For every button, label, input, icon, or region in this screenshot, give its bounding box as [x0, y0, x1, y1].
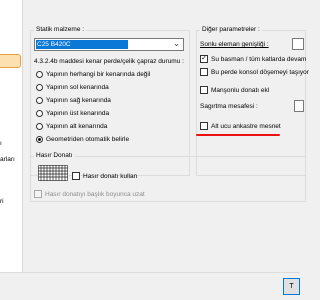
alt-ucu-label: Alt ucu ankastre mesnet: [211, 122, 281, 130]
alt-ucu-checkbox-row[interactable]: Alt ucu ankastre mesnet: [200, 122, 281, 130]
sonlu-eleman-input[interactable]: [292, 38, 304, 50]
mansonlu-checkbox-row[interactable]: Manşonlu donatı ekl: [200, 86, 269, 94]
radio-label: Geometriden otomatik belirle: [46, 136, 130, 143]
radio-button[interactable]: [36, 123, 43, 130]
radio-alt[interactable]: Yapının alt kenarında: [36, 123, 107, 130]
radio-button[interactable]: [36, 97, 43, 104]
sagirtma-label: Sagırtma mesafesi :: [200, 103, 258, 110]
konsol-checkbox[interactable]: [200, 68, 208, 76]
sonlu-eleman-label: Sonlu eleman genişliği :: [200, 41, 269, 48]
material-select[interactable]: C25 B420C ⌄: [34, 38, 184, 51]
checkmark-icon: ✓: [201, 55, 207, 62]
su-basman-checkbox[interactable]: ✓: [200, 55, 208, 63]
su-basman-checkbox-row[interactable]: ✓ Su basman / tüm katlarda devam: [200, 55, 306, 63]
radio-button[interactable]: [36, 71, 43, 78]
mesh-rebar-icon: [38, 165, 68, 181]
left-nav-selected-item[interactable]: [0, 54, 21, 68]
radio-sag[interactable]: Yapının sağ kenarında: [36, 97, 111, 104]
radio-label: Yapının alt kenarında: [46, 123, 108, 130]
hasir-uzat-label: Hasır donatıyı başlık boyunca uzat: [45, 190, 145, 198]
radio-ust[interactable]: Yapının üst kenarında: [36, 110, 109, 117]
hasir-kullan-checkbox-row[interactable]: Hasır donatı kullan: [72, 172, 137, 180]
material-select-value: C25 B420C: [36, 40, 128, 49]
konsol-label: Bu perde konsol döşemeyi taşıyor: [211, 68, 309, 76]
chevron-down-icon: ⌄: [173, 39, 180, 48]
mansonlu-label: Manşonlu donatı ekl: [211, 86, 270, 94]
red-underline-annotation: [196, 134, 280, 136]
left-nav-item-label[interactable]: ri: [0, 198, 4, 205]
radio-sol[interactable]: Yapının sol kenarında: [36, 84, 109, 91]
alt-ucu-checkbox[interactable]: [200, 122, 208, 130]
radio-button[interactable]: [36, 110, 43, 117]
radio-label: Yapının sol kenarında: [46, 84, 109, 91]
left-nav-item-label[interactable]: ı: [0, 140, 2, 147]
statik-malzeme-legend: Statik malzeme :: [34, 26, 87, 33]
su-basman-label: Su basman / tüm katlarda devam: [211, 55, 307, 63]
radio-otomatik[interactable]: Geometriden otomatik belirle: [36, 136, 129, 143]
radio-label: Yapının üst kenarında: [46, 110, 110, 117]
mansonlu-checkbox[interactable]: [200, 86, 208, 94]
hasir-kullan-label: Hasır donatı kullan: [83, 172, 138, 180]
konsol-checkbox-row[interactable]: Bu perde konsol döşemeyi taşıyor: [200, 68, 309, 76]
radio-herhangi[interactable]: Yapının herhangi bir kenarında değil: [36, 71, 150, 78]
hasir-kullan-checkbox[interactable]: [72, 172, 80, 180]
kenar-durumu-text: 4.3.2.4b maddesi kenar perde/çelik çapra…: [34, 58, 184, 65]
dialog-footer: [0, 272, 300, 300]
left-nav-panel: [0, 0, 23, 272]
hasir-donati-legend: Hasır Donatı: [34, 152, 75, 159]
radio-label: Yapının herhangi bir kenarında değil: [46, 71, 151, 78]
sagirtma-input[interactable]: [294, 100, 304, 112]
radio-button[interactable]: [36, 84, 43, 91]
ok-button[interactable]: T: [283, 278, 300, 295]
sagirtma-text: Sagırtma mesafesi :: [200, 103, 258, 110]
radio-label: Yapının sağ kenarında: [46, 97, 111, 104]
left-nav-item-label[interactable]: arları: [0, 156, 15, 163]
diger-parametreler-legend: Diğer parametreler :: [200, 26, 262, 33]
kenar-durumu-label: 4.3.2.4b maddesi kenar perde/çelik çapra…: [34, 58, 184, 65]
hasir-uzat-checkbox-row[interactable]: Hasır donatıyı başlık boyunca uzat: [34, 190, 145, 198]
hasir-uzat-checkbox[interactable]: [34, 190, 42, 198]
radio-button-selected[interactable]: [36, 136, 43, 143]
sonlu-eleman-text: Sonlu eleman genişliği :: [200, 41, 269, 48]
